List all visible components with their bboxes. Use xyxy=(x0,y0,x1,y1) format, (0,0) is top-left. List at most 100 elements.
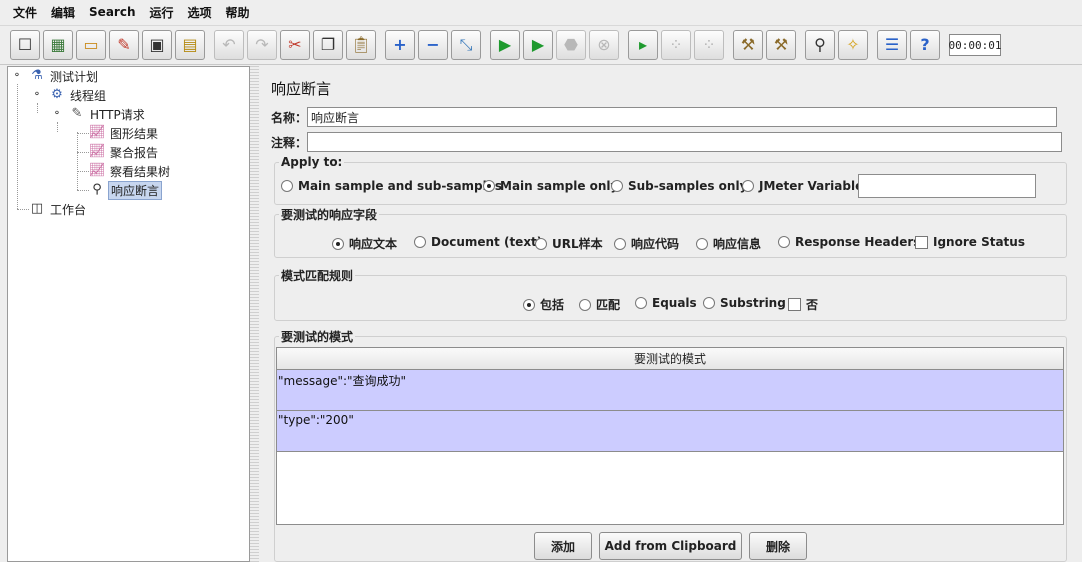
save-icon[interactable]: ▣ xyxy=(142,30,172,60)
patterns-legend: 要测试的模式 xyxy=(281,330,354,344)
option-label: JMeter Variable xyxy=(759,179,864,193)
jmeter-variable-input[interactable] xyxy=(858,174,1036,198)
radio-icon xyxy=(611,180,623,192)
chart-icon: 📈︎ xyxy=(88,144,106,159)
tree-node-response-assertion[interactable]: ⚲ 响应断言 xyxy=(88,180,163,200)
collapse-icon[interactable]: − xyxy=(418,30,448,60)
apply-to-legend: Apply to: xyxy=(281,155,343,169)
help-icon[interactable]: ? xyxy=(910,30,940,60)
toggle-icon[interactable]: ⤡ xyxy=(451,30,481,60)
checkbox-icon xyxy=(915,235,928,249)
tree-node-test-plan[interactable]: ⚗ 测试计划 xyxy=(28,67,100,85)
magnifier-icon: ⚲ xyxy=(92,182,102,197)
tree-node-label: 图形结果 xyxy=(110,126,159,141)
tree-node-workbench[interactable]: ◫ 工作台 xyxy=(28,200,88,218)
menu-help[interactable]: 帮助 xyxy=(219,4,257,21)
elapsed-timer: 00:00:01 xyxy=(949,34,1002,56)
name-field[interactable]: 响应断言 xyxy=(307,107,1057,127)
remote-start-icon[interactable]: ▸ xyxy=(628,30,658,60)
option-label: 响应代码 xyxy=(631,237,680,251)
option-label: 匹配 xyxy=(596,298,621,312)
comment-label: 注释： xyxy=(271,135,308,150)
expand-toggle-thread-group[interactable]: ⚬ xyxy=(32,90,42,100)
paste-icon[interactable]: 📋︎ xyxy=(346,30,376,60)
option-label: Ignore Status xyxy=(933,235,1025,249)
search-icon[interactable]: ⚲ xyxy=(805,30,835,60)
rule-not-checkbox[interactable]: 否 xyxy=(788,296,818,313)
option-label: Response Headers xyxy=(795,235,921,249)
apply-jmeter-variable-radio[interactable]: JMeter Variable xyxy=(742,179,863,193)
tree-node-view-results-tree[interactable]: 📈︎ 察看结果树 xyxy=(88,162,172,180)
tree-node-graph-results[interactable]: 📈︎ 图形结果 xyxy=(88,124,160,142)
field-document-radio[interactable]: Document (text) xyxy=(414,235,542,249)
tree-node-label: 察看结果树 xyxy=(110,164,171,179)
rule-equals-radio[interactable]: Equals xyxy=(635,296,697,310)
field-response-text-radio[interactable]: 响应文本 xyxy=(332,235,397,252)
save-as-icon[interactable]: ▤ xyxy=(175,30,205,60)
menu-options[interactable]: 选项 xyxy=(181,4,219,21)
menu-edit[interactable]: 编辑 xyxy=(44,4,82,21)
redo-icon[interactable]: ↷ xyxy=(247,30,277,60)
expand-toggle-http-request[interactable]: ⚬ xyxy=(52,109,62,119)
tree-node-label: 响应断言 xyxy=(108,180,163,200)
copy-icon[interactable]: ❐ xyxy=(313,30,343,60)
field-response-code-radio[interactable]: 响应代码 xyxy=(614,235,679,252)
radio-icon xyxy=(281,180,293,192)
radio-icon xyxy=(696,237,708,250)
ignore-status-checkbox[interactable]: Ignore Status xyxy=(915,235,1025,249)
function-helper-icon[interactable]: ☰ xyxy=(877,30,907,60)
table-row[interactable]: "message":"查询成功" xyxy=(277,370,1063,411)
rule-matches-radio[interactable]: 匹配 xyxy=(579,296,620,313)
test-plan-tree: ⚬ ⚬ ⚬ ⚗ 测试计划 ⚙ 线程组 ✎ HTTP请求 📈︎ 图形结果 📈︎ 聚… xyxy=(7,66,250,562)
start-icon[interactable]: ▶ xyxy=(490,30,520,60)
radio-icon xyxy=(535,237,547,250)
new-icon[interactable]: ☐ xyxy=(10,30,40,60)
field-response-message-radio[interactable]: 响应信息 xyxy=(696,235,761,252)
add-button[interactable]: 添加 xyxy=(534,532,592,560)
expand-toggle-test-plan[interactable]: ⚬ xyxy=(12,71,22,81)
field-response-headers-radio[interactable]: Response Headers xyxy=(778,235,920,249)
menu-run[interactable]: 运行 xyxy=(142,4,180,21)
open-icon[interactable]: ▭ xyxy=(76,30,106,60)
table-row[interactable]: "type":"200" xyxy=(277,411,1063,452)
tree-node-thread-group[interactable]: ⚙ 线程组 xyxy=(48,86,108,104)
option-label: URL样本 xyxy=(552,237,603,251)
radio-selected-icon xyxy=(483,180,495,192)
split-pane-divider[interactable] xyxy=(250,66,259,562)
rule-contains-radio[interactable]: 包括 xyxy=(523,296,564,313)
clear-all-icon[interactable]: ⚒ xyxy=(766,30,796,60)
pipette-icon: ✎ xyxy=(71,106,83,121)
start-no-pause-icon[interactable]: ▶ xyxy=(523,30,553,60)
field-url-radio[interactable]: URL样本 xyxy=(535,235,603,252)
shutdown-icon[interactable]: ⊗ xyxy=(589,30,619,60)
reset-search-icon[interactable]: ✧ xyxy=(838,30,868,60)
comment-field[interactable] xyxy=(307,132,1062,152)
undo-icon[interactable]: ↶ xyxy=(214,30,244,60)
menu-file[interactable]: 文件 xyxy=(6,4,44,21)
delete-button[interactable]: 删除 xyxy=(749,532,807,560)
table-column-header[interactable]: 要测试的模式 xyxy=(277,348,1063,370)
add-from-clipboard-button[interactable]: Add from Clipboard xyxy=(599,532,742,560)
apply-main-only-radio[interactable]: Main sample only xyxy=(483,179,618,193)
option-label: Main sample only xyxy=(500,179,619,193)
response-field-legend: 要测试的响应字段 xyxy=(281,208,378,222)
remote-shutdown-icon[interactable]: ⁘ xyxy=(694,30,724,60)
option-label: 响应信息 xyxy=(713,237,762,251)
stop-icon[interactable]: ⬣ xyxy=(556,30,586,60)
templates-icon[interactable]: ▦ xyxy=(43,30,73,60)
remote-stop-icon[interactable]: ⁘ xyxy=(661,30,691,60)
tree-node-http-request[interactable]: ✎ HTTP请求 xyxy=(68,105,147,123)
tree-node-aggregate-report[interactable]: 📈︎ 聚合报告 xyxy=(88,143,160,161)
cut-icon[interactable]: ✂ xyxy=(280,30,310,60)
expand-icon[interactable]: + xyxy=(385,30,415,60)
clear-icon[interactable]: ⚒ xyxy=(733,30,763,60)
menu-search[interactable]: Search xyxy=(82,5,142,19)
apply-main-and-sub-radio[interactable]: Main sample and sub-samples xyxy=(281,179,502,193)
option-label: Main sample and sub-samples xyxy=(298,179,503,193)
radio-icon xyxy=(579,298,591,311)
name-row: 名称： 响应断言 xyxy=(271,106,1057,128)
close-icon[interactable]: ✎ xyxy=(109,30,139,60)
rule-substring-radio[interactable]: Substring xyxy=(703,296,786,310)
checkbox-icon xyxy=(788,298,801,311)
apply-sub-only-radio[interactable]: Sub-samples only xyxy=(611,179,747,193)
